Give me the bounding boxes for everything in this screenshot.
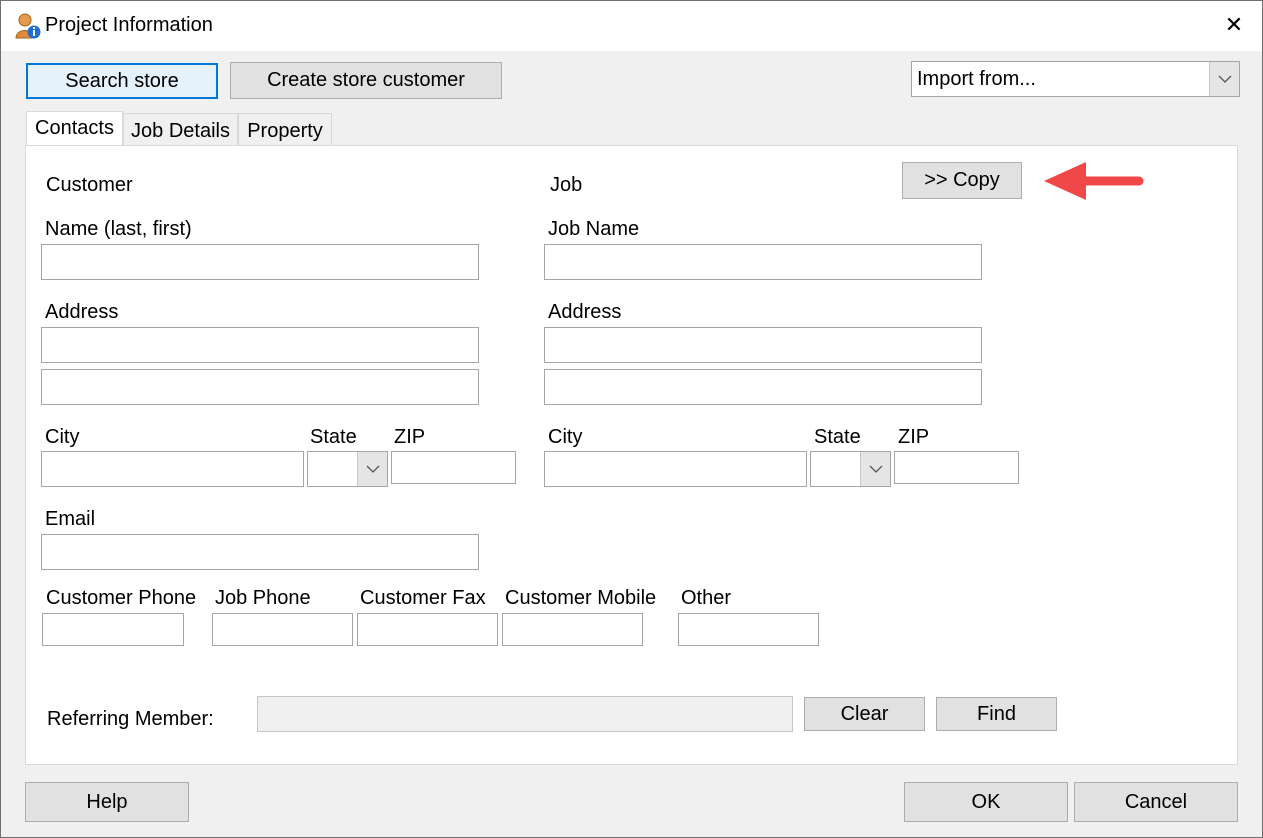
job-address-label: Address	[548, 301, 622, 323]
customer-state-select[interactable]	[307, 451, 388, 487]
customer-zip-label: ZIP	[394, 426, 426, 448]
tab-contacts-label: Contacts	[35, 117, 114, 139]
tab-property[interactable]: Property	[238, 113, 332, 146]
close-icon[interactable]: ✕	[1219, 9, 1249, 41]
import-from-value: Import from...	[917, 68, 1036, 90]
other-phone-field[interactable]	[678, 613, 819, 646]
customer-state-label: State	[310, 426, 357, 448]
job-name-label: Job Name	[548, 218, 640, 240]
chevron-down-icon[interactable]	[357, 452, 387, 486]
customer-fax-field[interactable]	[357, 613, 498, 646]
customer-address-line2-field[interactable]	[41, 369, 479, 405]
job-city-field[interactable]	[544, 451, 807, 487]
clear-button[interactable]: Clear	[804, 697, 925, 731]
project-information-dialog: Project Information ✕ Search store Creat…	[0, 0, 1263, 838]
customer-name-label: Name (last, first)	[45, 218, 192, 240]
import-from-combobox[interactable]: Import from...	[911, 61, 1240, 97]
cancel-button[interactable]: Cancel	[1074, 782, 1238, 822]
customer-phone-label: Customer Phone	[46, 587, 197, 609]
customer-mobile-field[interactable]	[502, 613, 643, 646]
job-zip-field[interactable]	[894, 451, 1019, 484]
job-phone-field[interactable]	[212, 613, 353, 646]
customer-fax-label: Customer Fax	[360, 587, 486, 609]
job-address-line1-field[interactable]	[544, 327, 982, 363]
email-field[interactable]	[41, 534, 479, 570]
tab-job-details[interactable]: Job Details	[123, 113, 238, 146]
copy-button-label: >> Copy	[924, 169, 1000, 191]
customer-mobile-label: Customer Mobile	[505, 587, 657, 609]
customer-address-label: Address	[45, 301, 119, 323]
job-state-select[interactable]	[810, 451, 891, 487]
find-button-label: Find	[977, 703, 1016, 725]
chevron-down-icon[interactable]	[860, 452, 890, 486]
help-button-label: Help	[86, 791, 128, 813]
ok-button-label: OK	[971, 791, 1001, 813]
create-store-customer-label: Create store customer	[267, 69, 465, 91]
job-city-label: City	[548, 426, 583, 448]
user-info-icon	[15, 12, 41, 40]
ok-button[interactable]: OK	[904, 782, 1068, 822]
find-button[interactable]: Find	[936, 697, 1057, 731]
job-state-label: State	[814, 426, 861, 448]
customer-heading: Customer	[46, 174, 133, 196]
customer-name-field[interactable]	[41, 244, 479, 280]
tab-contacts[interactable]: Contacts	[26, 111, 123, 147]
customer-city-field[interactable]	[41, 451, 304, 487]
chevron-down-icon[interactable]	[1209, 62, 1239, 96]
create-store-customer-button[interactable]: Create store customer	[230, 62, 502, 99]
customer-phone-field[interactable]	[42, 613, 184, 646]
window-title: Project Information	[45, 14, 213, 36]
job-phone-label: Job Phone	[215, 587, 311, 609]
tab-property-label: Property	[247, 120, 323, 142]
other-label: Other	[681, 587, 732, 609]
cancel-button-label: Cancel	[1124, 791, 1188, 813]
referring-member-field	[257, 696, 793, 732]
referring-member-label: Referring Member:	[47, 708, 214, 730]
clear-button-label: Clear	[840, 703, 889, 725]
email-label: Email	[45, 508, 96, 530]
search-store-label: Search store	[65, 70, 179, 92]
copy-button[interactable]: >> Copy	[902, 162, 1022, 199]
job-address-line2-field[interactable]	[544, 369, 982, 405]
job-heading: Job	[550, 174, 583, 196]
help-button[interactable]: Help	[25, 782, 189, 822]
tab-job-details-label: Job Details	[131, 120, 230, 142]
search-store-button[interactable]: Search store	[26, 63, 218, 99]
title-bar: Project Information ✕	[1, 1, 1262, 51]
customer-address-line1-field[interactable]	[41, 327, 479, 363]
customer-city-label: City	[45, 426, 80, 448]
customer-zip-field[interactable]	[391, 451, 516, 484]
job-name-field[interactable]	[544, 244, 982, 280]
job-zip-label: ZIP	[898, 426, 930, 448]
annotation-arrow	[1044, 162, 1144, 200]
